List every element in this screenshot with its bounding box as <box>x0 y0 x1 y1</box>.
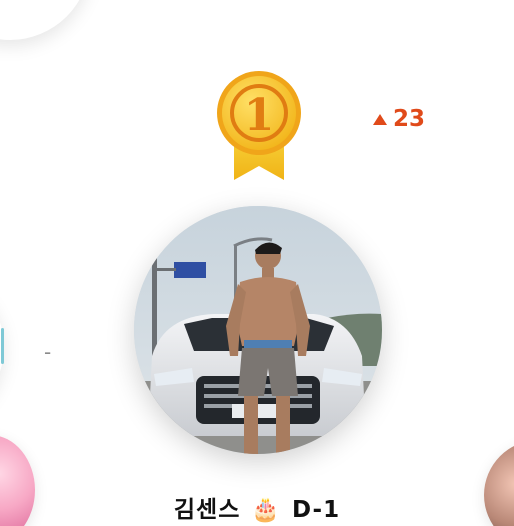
rank-up-triangle-icon <box>373 113 387 125</box>
user-name-line: 김센스 🎂 D-1 <box>0 490 514 524</box>
left-rank-change: - <box>44 340 52 364</box>
gold-medal-icon: 1 <box>217 71 301 180</box>
birthday-cake-icon: 🎂 <box>251 497 282 523</box>
left-rank-card[interactable] <box>0 270 4 424</box>
medal-number: 1 <box>244 90 275 141</box>
profile-avatar[interactable] <box>134 206 382 454</box>
user-name: 김센스 <box>173 497 241 523</box>
profile-photo <box>134 206 382 454</box>
birthday-countdown-badge: D-1 <box>292 497 341 523</box>
previous-rank-card[interactable] <box>0 0 90 40</box>
ranking-page: - 1 23 김센스 🎂 D-1 <box>0 0 514 526</box>
rank-change-value: 23 <box>393 106 426 132</box>
rank-change-indicator: 23 <box>373 106 425 132</box>
